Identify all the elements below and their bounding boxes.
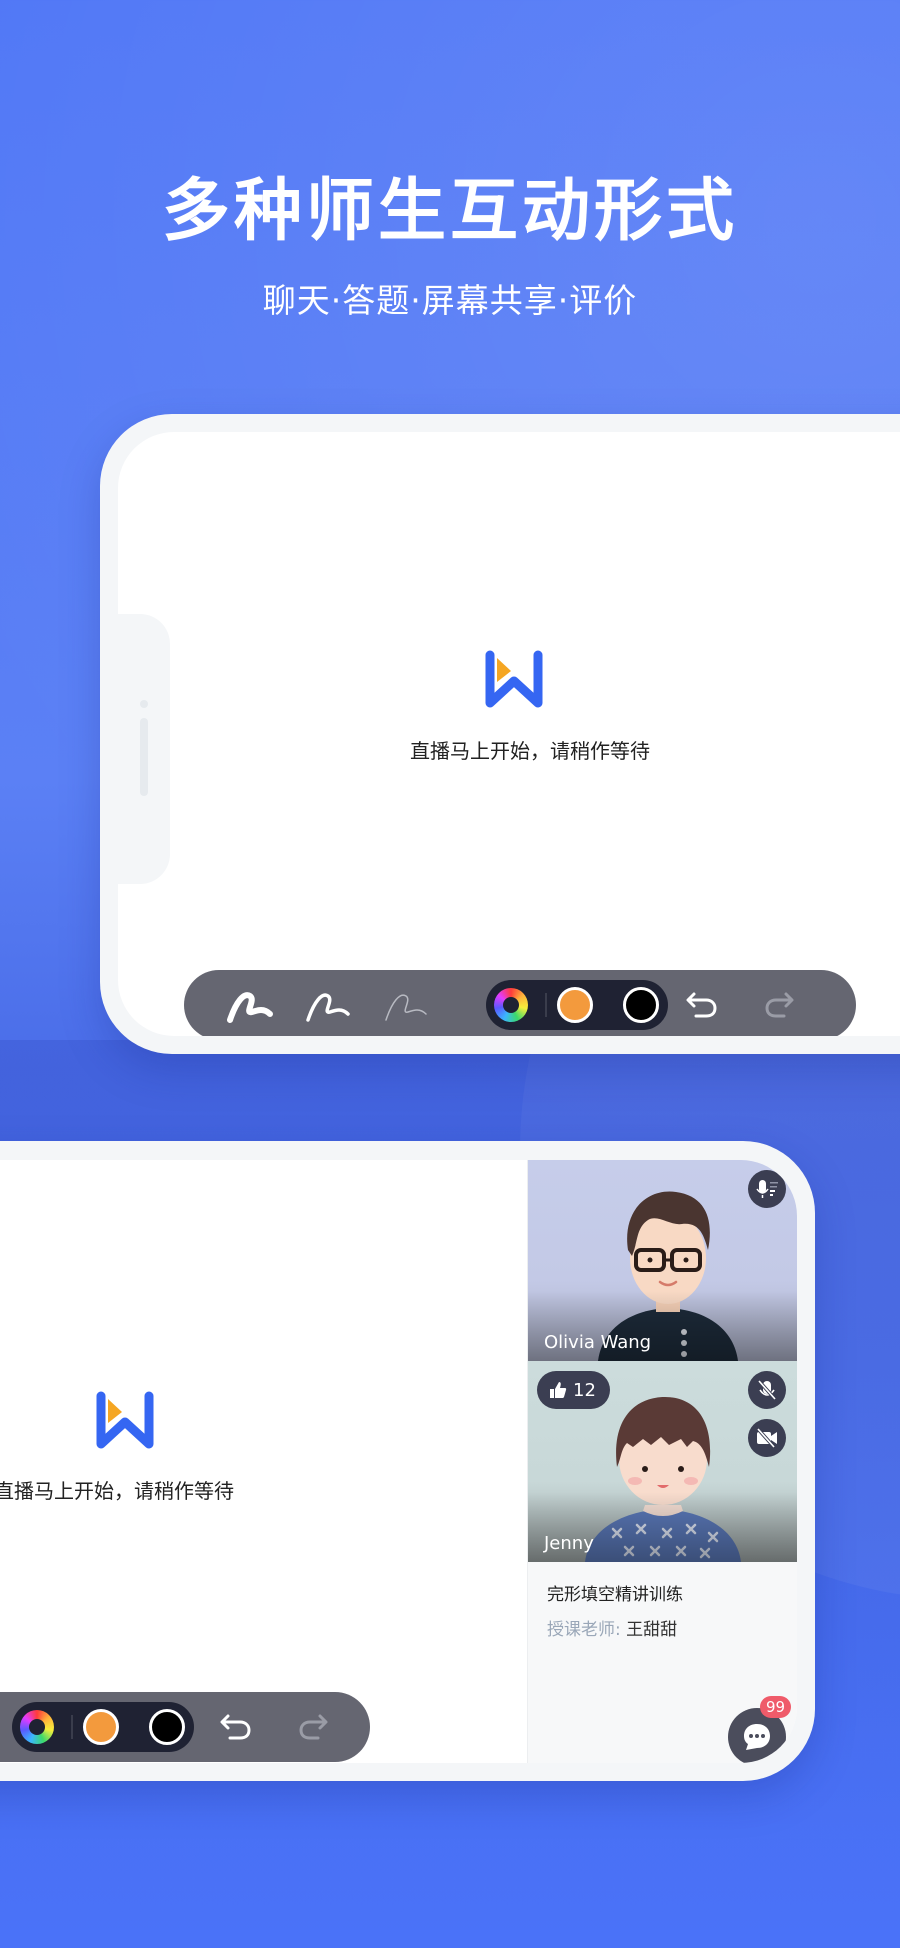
course-teacher: 授课老师: 王甜甜 bbox=[547, 1615, 677, 1640]
phone-mockup-2: 直播马上开始，请稍作等待 Olivia Wang Jenny 12 完形填空精讲… bbox=[0, 1141, 815, 1781]
unread-badge: 99 bbox=[760, 1696, 792, 1718]
speaker-bar bbox=[140, 718, 148, 796]
like-count: 12 bbox=[573, 1379, 596, 1401]
pen-thin-icon[interactable] bbox=[382, 988, 432, 1024]
drawing-toolbar bbox=[0, 1692, 370, 1762]
pen-medium-icon[interactable] bbox=[304, 988, 354, 1024]
color-wheel-icon[interactable] bbox=[20, 1710, 54, 1744]
thumbs-up-icon bbox=[550, 1382, 567, 1398]
color-palette bbox=[12, 1702, 194, 1752]
like-counter[interactable]: 12 bbox=[537, 1371, 610, 1409]
undo-icon[interactable] bbox=[218, 1710, 254, 1746]
video-tile-teacher[interactable]: Olivia Wang bbox=[528, 1160, 797, 1361]
waiting-message: 直播马上开始，请稍作等待 bbox=[410, 739, 650, 763]
redo-icon[interactable] bbox=[762, 988, 798, 1024]
video-tile-student[interactable]: Jenny 12 bbox=[528, 1361, 797, 1562]
color-palette bbox=[486, 980, 668, 1030]
video-sidebar: Olivia Wang Jenny 12 完形填空精讲训练 授课老师: 王甜甜 … bbox=[527, 1160, 797, 1763]
phone-screen: 直播马上开始，请稍作等待 bbox=[0, 1160, 797, 1763]
participant-name: Jenny bbox=[544, 1533, 594, 1554]
page-title: 多种师生互动形式 bbox=[161, 172, 738, 251]
course-title: 完形填空精讲训练 bbox=[547, 1585, 683, 1605]
mic-muted-icon[interactable] bbox=[748, 1371, 786, 1409]
phone-notch bbox=[118, 614, 170, 884]
mic-speaking-icon[interactable] bbox=[748, 1170, 786, 1208]
waiting-message: 直播马上开始，请稍作等待 bbox=[0, 1479, 234, 1503]
app-logo-icon bbox=[485, 650, 543, 708]
phone-screen: 直播马上开始，请稍作等待 bbox=[118, 432, 900, 1036]
phone-mockup-1: 直播马上开始，请稍作等待 bbox=[100, 414, 900, 1054]
color-swatch-orange[interactable] bbox=[83, 1709, 119, 1745]
teacher-label: 授课老师: bbox=[547, 1620, 621, 1640]
page-subtitle: 聊天·答题·屏幕共享·评价 bbox=[262, 281, 638, 320]
app-logo-icon bbox=[96, 1391, 154, 1449]
participant-name: Olivia Wang bbox=[544, 1332, 652, 1353]
color-swatch-orange[interactable] bbox=[557, 987, 593, 1023]
camera-dot bbox=[140, 700, 148, 708]
teacher-name: 王甜甜 bbox=[626, 1620, 678, 1640]
redo-icon[interactable] bbox=[296, 1710, 332, 1746]
camera-off-icon[interactable] bbox=[748, 1419, 786, 1457]
color-swatch-black[interactable] bbox=[149, 1709, 185, 1745]
divider bbox=[545, 993, 547, 1017]
drawing-toolbar bbox=[184, 970, 856, 1036]
color-swatch-black[interactable] bbox=[623, 987, 659, 1023]
divider bbox=[71, 1715, 73, 1739]
pen-thick-icon[interactable] bbox=[226, 988, 276, 1024]
color-wheel-icon[interactable] bbox=[494, 988, 528, 1022]
undo-icon[interactable] bbox=[684, 988, 720, 1024]
